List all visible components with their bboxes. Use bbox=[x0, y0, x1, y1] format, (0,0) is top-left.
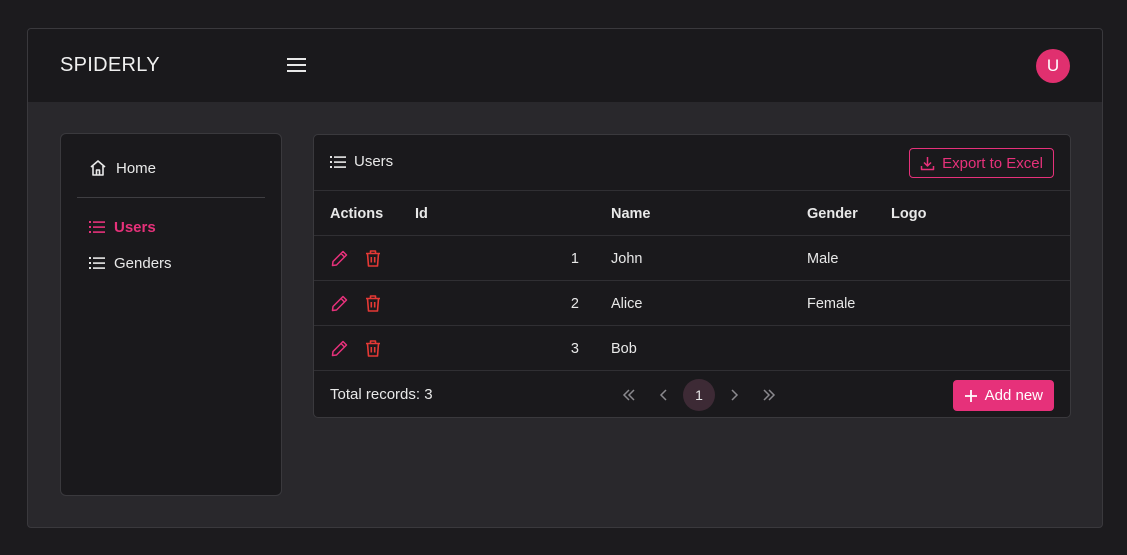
last-page-button[interactable] bbox=[753, 379, 785, 411]
trash-icon bbox=[366, 340, 380, 357]
table-header-row: Actions Id Name Gender Logo bbox=[314, 191, 1070, 236]
total-records: Total records: 3 bbox=[330, 386, 433, 403]
cell-name: Alice bbox=[611, 295, 643, 312]
pencil-icon bbox=[331, 250, 348, 267]
cell-name: John bbox=[611, 250, 643, 267]
cell-id: 2 bbox=[570, 295, 579, 312]
app-window: SPIDERLY U Home Users Genders Users Expo… bbox=[27, 28, 1103, 528]
column-header-id[interactable]: Id bbox=[415, 191, 428, 236]
table-row: 2 Alice Female bbox=[314, 281, 1070, 326]
sidebar-item-users[interactable]: Users bbox=[89, 215, 156, 239]
list-icon bbox=[330, 155, 346, 168]
hamburger-icon bbox=[287, 58, 306, 72]
add-button-label: Add new bbox=[984, 387, 1043, 404]
sidebar-item-label: Genders bbox=[114, 254, 172, 272]
sidebar: Home Users Genders bbox=[60, 133, 282, 496]
top-bar: SPIDERLY U bbox=[28, 29, 1102, 102]
plus-icon bbox=[964, 389, 977, 402]
row-actions bbox=[330, 236, 382, 281]
sidebar-item-label: Users bbox=[114, 218, 156, 236]
edit-button[interactable] bbox=[330, 339, 349, 358]
previous-page-button[interactable] bbox=[648, 379, 680, 411]
export-to-excel-button[interactable]: Export to Excel bbox=[909, 148, 1054, 178]
list-icon bbox=[89, 221, 105, 233]
first-page-button[interactable] bbox=[613, 379, 645, 411]
column-header-name[interactable]: Name bbox=[611, 191, 651, 236]
chevron-right-icon bbox=[731, 389, 739, 401]
trash-icon bbox=[366, 295, 380, 312]
pencil-icon bbox=[331, 340, 348, 357]
add-new-button[interactable]: Add new bbox=[952, 380, 1054, 411]
card-header: Users Export to Excel bbox=[314, 135, 1070, 191]
column-header-gender[interactable]: Gender bbox=[807, 191, 858, 236]
list-icon bbox=[89, 257, 105, 269]
cell-name: Bob bbox=[611, 340, 637, 357]
chevron-left-icon bbox=[659, 389, 667, 401]
sidebar-item-genders[interactable]: Genders bbox=[89, 251, 172, 275]
trash-icon bbox=[366, 250, 380, 267]
export-button-label: Export to Excel bbox=[942, 154, 1043, 172]
cell-id: 1 bbox=[570, 250, 579, 267]
pagination: 1 bbox=[613, 379, 788, 411]
next-page-button[interactable] bbox=[718, 379, 750, 411]
column-header-actions[interactable]: Actions bbox=[330, 191, 383, 236]
column-header-logo[interactable]: Logo bbox=[891, 191, 926, 236]
delete-button[interactable] bbox=[364, 339, 382, 358]
chevrons-left-icon bbox=[622, 389, 635, 401]
chevrons-right-icon bbox=[763, 389, 776, 401]
page-number-button[interactable]: 1 bbox=[683, 379, 715, 411]
home-icon bbox=[90, 160, 106, 176]
card-title-text: Users bbox=[354, 153, 394, 170]
cell-id: 3 bbox=[570, 340, 579, 357]
sidebar-item-label: Home bbox=[116, 159, 157, 177]
edit-button[interactable] bbox=[330, 249, 349, 268]
card-title: Users bbox=[330, 153, 393, 170]
table-row: 3 Bob bbox=[314, 326, 1070, 371]
download-icon bbox=[920, 156, 935, 170]
edit-button[interactable] bbox=[330, 294, 349, 313]
pencil-icon bbox=[331, 295, 348, 312]
menu-toggle-button[interactable] bbox=[286, 55, 308, 75]
user-avatar[interactable]: U bbox=[1036, 49, 1070, 83]
table-row: 1 John Male bbox=[314, 236, 1070, 281]
row-actions bbox=[330, 281, 382, 326]
sidebar-item-home[interactable]: Home bbox=[89, 156, 156, 180]
users-table-card: Users Export to Excel Actions Id Name Ge… bbox=[313, 134, 1071, 418]
brand-logo: SPIDERLY bbox=[60, 54, 160, 76]
cell-gender: Female bbox=[807, 295, 856, 312]
row-actions bbox=[330, 326, 382, 371]
sidebar-divider bbox=[77, 197, 265, 198]
delete-button[interactable] bbox=[364, 249, 382, 268]
cell-gender: Male bbox=[807, 250, 839, 267]
table-footer: Total records: 3 1 Add new bbox=[314, 371, 1070, 417]
delete-button[interactable] bbox=[364, 294, 382, 313]
